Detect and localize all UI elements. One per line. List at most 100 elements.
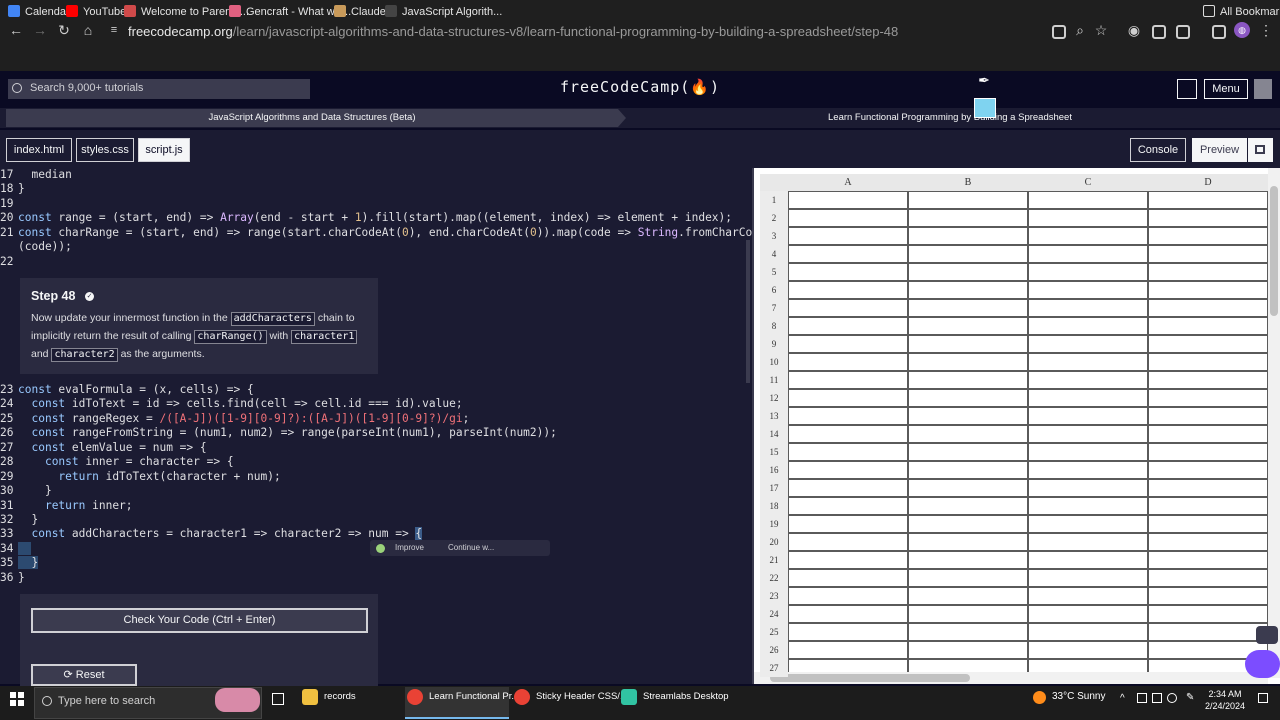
spreadsheet-cell[interactable]	[1028, 281, 1148, 299]
spreadsheet-cell[interactable]	[788, 227, 908, 245]
spreadsheet-cell[interactable]	[1148, 299, 1268, 317]
spreadsheet-cell[interactable]	[788, 587, 908, 605]
spreadsheet-cell[interactable]	[1148, 353, 1268, 371]
spreadsheet-cell[interactable]	[1148, 263, 1268, 281]
network-icon[interactable]	[1152, 693, 1162, 703]
all-bookmarks[interactable]: All Bookmarks	[1203, 4, 1280, 20]
spreadsheet-cell[interactable]	[1148, 533, 1268, 551]
spreadsheet-cell[interactable]	[788, 551, 908, 569]
spreadsheet-cell[interactable]	[908, 569, 1028, 587]
profile-avatar[interactable]: ◍	[1234, 22, 1250, 38]
breadcrumb-project[interactable]: Learn Functional Programming by Building…	[630, 109, 1270, 127]
spreadsheet-cell[interactable]	[788, 263, 908, 281]
preview-hscroll-thumb[interactable]	[770, 674, 970, 682]
back-icon[interactable]: ←	[8, 22, 24, 38]
spreadsheet-cell[interactable]	[1148, 371, 1268, 389]
spreadsheet-cell[interactable]	[1148, 425, 1268, 443]
spreadsheet-cell[interactable]	[1148, 443, 1268, 461]
spreadsheet-cell[interactable]	[1148, 227, 1268, 245]
tray-app-icon[interactable]	[1137, 693, 1147, 703]
spreadsheet-cell[interactable]	[1148, 497, 1268, 515]
install-app-icon[interactable]	[1052, 25, 1066, 39]
spreadsheet-cell[interactable]	[1028, 461, 1148, 479]
check-code-button[interactable]: Check Your Code (Ctrl + Enter)	[31, 608, 368, 633]
spreadsheet-cell[interactable]	[1028, 389, 1148, 407]
spreadsheet-cell[interactable]	[908, 353, 1028, 371]
spreadsheet-cell[interactable]	[1028, 479, 1148, 497]
spreadsheet-cell[interactable]	[1028, 227, 1148, 245]
taskbar-app-records[interactable]: records	[300, 687, 398, 719]
taskbar-app-chrome-sticky[interactable]: Sticky Header CSS/...	[512, 687, 628, 719]
continue-button[interactable]: Continue w...	[448, 543, 494, 552]
spreadsheet-cell[interactable]	[788, 443, 908, 461]
zoom-icon[interactable]: ⌕	[1072, 22, 1088, 38]
spreadsheet-cell[interactable]	[908, 551, 1028, 569]
spreadsheet-cell[interactable]	[908, 227, 1028, 245]
tab-search-icon[interactable]	[1152, 25, 1166, 39]
task-view-icon[interactable]	[272, 693, 284, 705]
bookmark-calendar[interactable]: Calendar	[8, 4, 70, 20]
spreadsheet-cell[interactable]	[908, 299, 1028, 317]
popout-preview-button[interactable]	[1248, 138, 1273, 162]
spreadsheet-cell[interactable]	[788, 389, 908, 407]
pen-tray-icon[interactable]: ✎	[1186, 693, 1196, 703]
spreadsheet-cell[interactable]	[1028, 209, 1148, 227]
spreadsheet-cell[interactable]	[788, 299, 908, 317]
spreadsheet-cell[interactable]	[1148, 245, 1268, 263]
spreadsheet-cell[interactable]	[788, 425, 908, 443]
spreadsheet-cell[interactable]	[908, 209, 1028, 227]
site-info-icon[interactable]: ≡	[106, 22, 122, 38]
spreadsheet-cell[interactable]	[908, 497, 1028, 515]
spreadsheet-cell[interactable]	[788, 623, 908, 641]
spreadsheet-cell[interactable]	[788, 533, 908, 551]
spreadsheet-cell[interactable]	[1028, 425, 1148, 443]
spreadsheet-cell[interactable]	[1028, 371, 1148, 389]
taskbar-app-chrome-fcc[interactable]: Learn Functional Pr...	[405, 687, 519, 719]
fcc-logo[interactable]: freeCodeCamp(🔥)	[520, 78, 760, 96]
tray-chevron-icon[interactable]: ^	[1120, 693, 1130, 704]
extension-floating-icon[interactable]	[1245, 650, 1280, 678]
spreadsheet-cell[interactable]	[1148, 479, 1268, 497]
windows-start-icon[interactable]	[10, 692, 24, 706]
weather[interactable]: 33°C Sunny	[1052, 690, 1105, 704]
spreadsheet-cell[interactable]	[1148, 569, 1268, 587]
tab-index-html[interactable]: index.html	[6, 138, 72, 162]
spreadsheet-cell[interactable]	[1028, 263, 1148, 281]
spreadsheet-cell[interactable]	[908, 533, 1028, 551]
spreadsheet-cell[interactable]	[788, 569, 908, 587]
spreadsheet-cell[interactable]	[788, 605, 908, 623]
spreadsheet-cell[interactable]	[1028, 443, 1148, 461]
spreadsheet-cell[interactable]	[788, 191, 908, 209]
spreadsheet-cell[interactable]	[1148, 191, 1268, 209]
spreadsheet-cell[interactable]	[1148, 335, 1268, 353]
spreadsheet-cell[interactable]	[1028, 191, 1148, 209]
spreadsheet-cell[interactable]	[1148, 605, 1268, 623]
spreadsheet-cell[interactable]	[908, 371, 1028, 389]
spreadsheet-cell[interactable]	[1028, 497, 1148, 515]
spreadsheet-cell[interactable]	[1148, 407, 1268, 425]
spreadsheet-cell[interactable]	[788, 371, 908, 389]
taskbar-app-streamlabs[interactable]: Streamlabs Desktop	[619, 687, 729, 719]
spreadsheet-cell[interactable]	[788, 353, 908, 371]
spreadsheet-cell[interactable]	[1028, 299, 1148, 317]
volume-icon[interactable]	[1167, 693, 1177, 703]
notification-icon[interactable]	[1258, 693, 1268, 703]
bookmark-claude[interactable]: Claude	[334, 4, 386, 20]
tab-script-js[interactable]: script.js	[138, 138, 190, 162]
spreadsheet-cell[interactable]	[788, 515, 908, 533]
editor-scrollbar[interactable]	[746, 240, 750, 390]
spreadsheet-cell[interactable]	[788, 461, 908, 479]
menu-button[interactable]: Menu	[1204, 79, 1248, 99]
spreadsheet-cell[interactable]	[1028, 641, 1148, 659]
spreadsheet-cell[interactable]	[1028, 515, 1148, 533]
spreadsheet-cell[interactable]	[1028, 317, 1148, 335]
spreadsheet-cell[interactable]	[908, 281, 1028, 299]
chrome-menu-icon[interactable]: ⋮	[1258, 22, 1274, 38]
reset-button[interactable]: ⟳ Reset	[31, 664, 137, 686]
language-globe-icon[interactable]	[1177, 79, 1197, 99]
spreadsheet-cell[interactable]	[788, 209, 908, 227]
extension-widget-icon[interactable]	[1256, 626, 1278, 644]
bookmark-javascript[interactable]: JavaScript Algorith...	[385, 4, 502, 20]
spreadsheet-cell[interactable]	[908, 425, 1028, 443]
extension-icon[interactable]: ◉	[1126, 22, 1142, 38]
